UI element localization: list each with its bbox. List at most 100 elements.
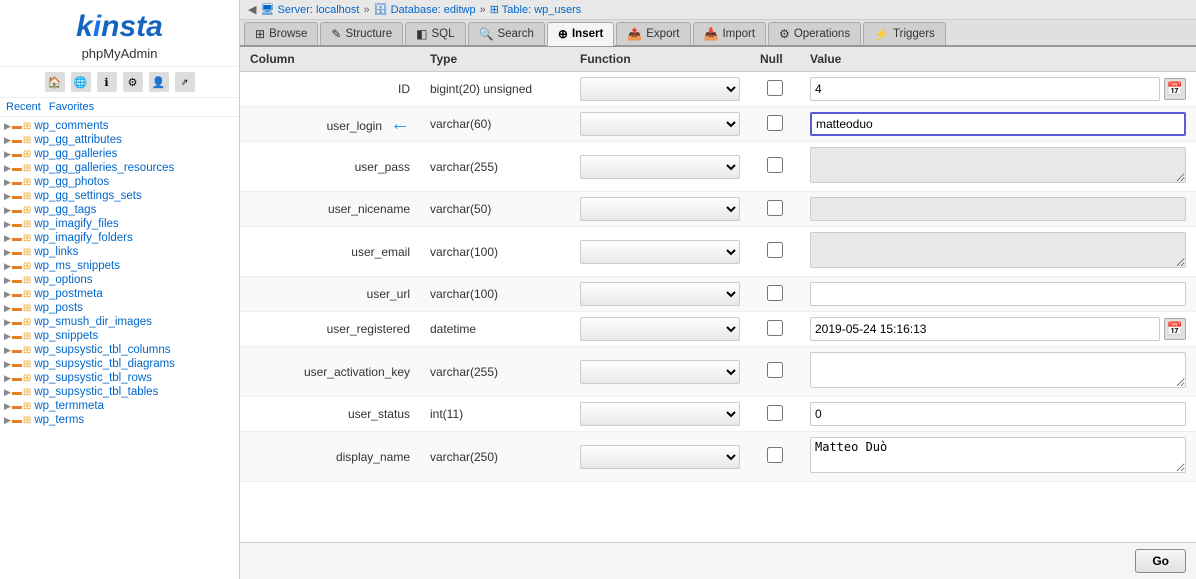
function-select-user_pass[interactable]	[580, 155, 740, 179]
null-checkbox-user_nicename[interactable]	[767, 200, 783, 216]
tab-export[interactable]: 📤Export	[616, 22, 690, 45]
col-type-cell: bigint(20) unsigned	[420, 72, 570, 107]
tab-browse[interactable]: ⊞Browse	[244, 22, 318, 45]
null-checkbox-user_pass[interactable]	[767, 157, 783, 173]
logo-s: s	[119, 10, 136, 43]
sidebar-item[interactable]: ▶▬⊞wp_termmeta	[0, 399, 239, 413]
go-button[interactable]: Go	[1135, 549, 1186, 573]
calendar-button[interactable]: 📅	[1164, 78, 1186, 100]
date-wrapper: 📅	[810, 77, 1186, 101]
back-arrow-icon[interactable]: ◀	[248, 3, 256, 16]
value-input-user_login[interactable]	[810, 112, 1186, 136]
sidebar-item[interactable]: ▶▬⊞wp_gg_settings_sets	[0, 189, 239, 203]
sidebar-item[interactable]: ▶▬⊞wp_supsystic_tbl_diagrams	[0, 357, 239, 371]
triggers-tab-label: Triggers	[893, 28, 935, 40]
home-icon[interactable]: 🏠	[45, 72, 65, 92]
col-header-function: Function	[570, 47, 750, 72]
server-breadcrumb[interactable]: 🖥 Server: localhost	[260, 3, 359, 16]
tab-search[interactable]: 🔍Search	[468, 22, 545, 45]
favorites-link[interactable]: Favorites	[49, 101, 94, 113]
col-type-cell: varchar(250)	[420, 432, 570, 482]
table-header-row: Column Type Function Null Value	[240, 47, 1196, 72]
null-checkbox-user_activation_key[interactable]	[767, 362, 783, 378]
value-input-user_status[interactable]	[810, 402, 1186, 426]
null-checkbox-ID[interactable]	[767, 80, 783, 96]
col-type-cell: varchar(100)	[420, 277, 570, 312]
external-link-icon[interactable]: ⇗	[175, 72, 195, 92]
tab-import[interactable]: 📥Import	[693, 22, 767, 45]
person-icon[interactable]: 👤	[149, 72, 169, 92]
main-panel: ◀ 🖥 Server: localhost » 🗄 Database: edit…	[240, 0, 1196, 579]
sidebar-item[interactable]: ▶▬⊞wp_links	[0, 245, 239, 259]
function-select-user_email[interactable]	[580, 240, 740, 264]
col-type-cell: varchar(255)	[420, 142, 570, 192]
null-checkbox-user_registered[interactable]	[767, 320, 783, 336]
globe-icon[interactable]: 🌐	[71, 72, 91, 92]
sidebar-item[interactable]: ▶▬⊞wp_postmeta	[0, 287, 239, 301]
function-select-user_registered[interactable]	[580, 317, 740, 341]
value-textarea-user_email[interactable]	[810, 232, 1186, 268]
col-func-cell	[570, 142, 750, 192]
sidebar-item[interactable]: ▶▬⊞wp_snippets	[0, 329, 239, 343]
import-tab-label: Import	[722, 28, 755, 40]
function-select-display_name[interactable]	[580, 445, 740, 469]
info-icon[interactable]: ℹ	[97, 72, 117, 92]
null-checkbox-user_status[interactable]	[767, 405, 783, 421]
sidebar: kinsta phpMyAdmin 🏠 🌐 ℹ ⚙ 👤 ⇗ Recent Fav…	[0, 0, 240, 579]
structure-tab-icon: ✎	[331, 27, 341, 41]
null-checkbox-display_name[interactable]	[767, 447, 783, 463]
value-textarea-user_activation_key[interactable]	[810, 352, 1186, 388]
col-null-cell	[750, 347, 800, 397]
sidebar-item[interactable]: ▶▬⊞wp_ms_snippets	[0, 259, 239, 273]
value-input-user_registered[interactable]	[810, 317, 1160, 341]
function-select-user_nicename[interactable]	[580, 197, 740, 221]
sidebar-item[interactable]: ▶▬⊞wp_supsystic_tbl_tables	[0, 385, 239, 399]
sidebar-item[interactable]: ▶▬⊞wp_comments	[0, 119, 239, 133]
sidebar-item[interactable]: ▶▬⊞wp_imagify_folders	[0, 231, 239, 245]
sidebar-item[interactable]: ▶▬⊞wp_options	[0, 273, 239, 287]
structure-tab-label: Structure	[345, 28, 392, 40]
function-select-user_activation_key[interactable]	[580, 360, 740, 384]
recent-link[interactable]: Recent	[6, 101, 41, 113]
sidebar-item[interactable]: ▶▬⊞wp_gg_attributes	[0, 133, 239, 147]
value-input-user_url[interactable]	[810, 282, 1186, 306]
calendar-button[interactable]: 📅	[1164, 318, 1186, 340]
col-value-cell	[800, 107, 1196, 142]
tab-triggers[interactable]: ⚡Triggers	[863, 22, 946, 45]
arrow-indicator: ←	[390, 113, 410, 136]
tab-structure[interactable]: ✎ Structure	[320, 22, 403, 45]
col-func-cell	[570, 312, 750, 347]
sidebar-item[interactable]: ▶▬⊞wp_posts	[0, 301, 239, 315]
sidebar-item[interactable]: ▶▬⊞wp_imagify_files	[0, 217, 239, 231]
table-breadcrumb[interactable]: ⊞ Table: wp_users	[490, 3, 582, 16]
database-breadcrumb[interactable]: 🗄 Database: editwp	[374, 3, 476, 16]
insert-tab-label: Insert	[572, 28, 603, 40]
tab-operations[interactable]: ⚙Operations	[768, 22, 861, 45]
sidebar-item[interactable]: ▶▬⊞wp_smush_dir_images	[0, 315, 239, 329]
kinsta-logo: kinsta	[10, 10, 229, 44]
function-select-user_login[interactable]	[580, 112, 740, 136]
function-select-user_url[interactable]	[580, 282, 740, 306]
function-select-user_status[interactable]	[580, 402, 740, 426]
sql-tab-icon: ◧	[416, 27, 427, 41]
sidebar-item[interactable]: ▶▬⊞wp_gg_galleries_resources	[0, 161, 239, 175]
table-row: user_registered datetime 📅	[240, 312, 1196, 347]
null-checkbox-user_url[interactable]	[767, 285, 783, 301]
tab-sql[interactable]: ◧SQL	[405, 22, 465, 45]
value-textarea-display_name[interactable]: Matteo Duò	[810, 437, 1186, 473]
value-input-ID[interactable]	[810, 77, 1160, 101]
sidebar-item[interactable]: ▶▬⊞wp_supsystic_tbl_columns	[0, 343, 239, 357]
gear-icon[interactable]: ⚙	[123, 72, 143, 92]
null-checkbox-user_email[interactable]	[767, 242, 783, 258]
value-textarea-user_pass[interactable]	[810, 147, 1186, 183]
tab-insert[interactable]: ⊕Insert	[547, 22, 614, 46]
browse-tab-icon: ⊞	[255, 27, 265, 41]
sidebar-item[interactable]: ▶▬⊞wp_gg_tags	[0, 203, 239, 217]
null-checkbox-user_login[interactable]	[767, 115, 783, 131]
function-select-ID[interactable]	[580, 77, 740, 101]
sidebar-item[interactable]: ▶▬⊞wp_gg_photos	[0, 175, 239, 189]
sidebar-item[interactable]: ▶▬⊞wp_gg_galleries	[0, 147, 239, 161]
value-input-user_nicename[interactable]	[810, 197, 1186, 221]
sidebar-item[interactable]: ▶▬⊞wp_supsystic_tbl_rows	[0, 371, 239, 385]
sidebar-item[interactable]: ▶▬⊞wp_terms	[0, 413, 239, 427]
